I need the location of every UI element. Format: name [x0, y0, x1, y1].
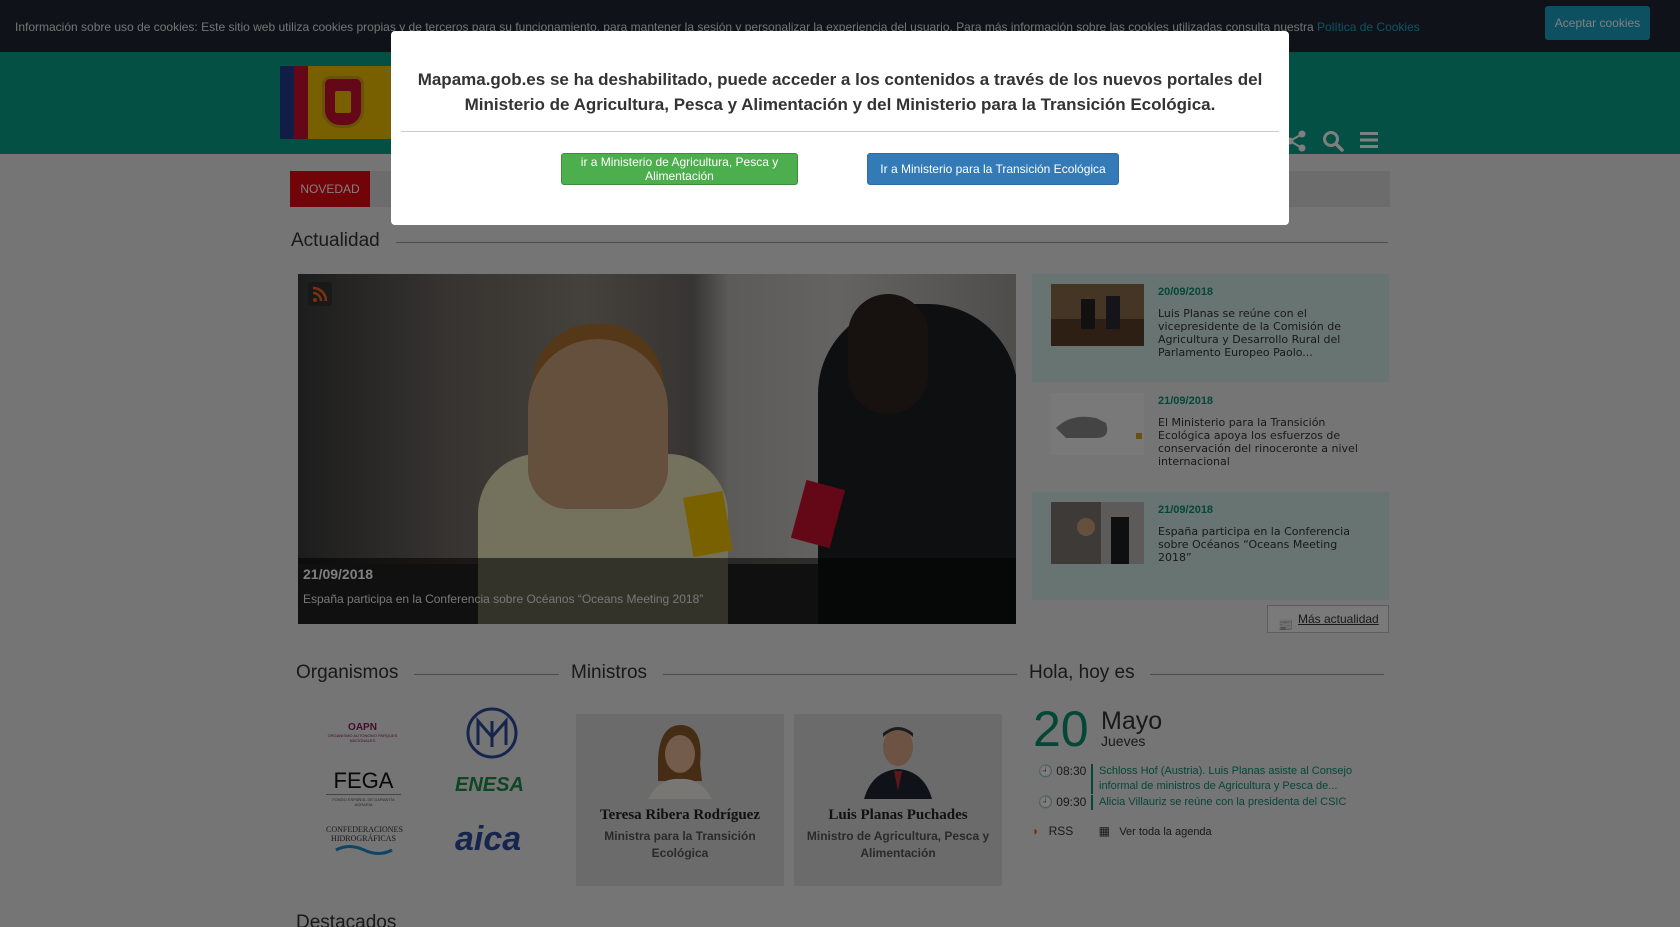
go-transicion-button[interactable]: Ir a Ministerio para la Transición Ecoló…	[867, 153, 1119, 185]
redirect-modal: Mapama.gob.es se ha deshabilitado, puede…	[391, 31, 1289, 225]
modal-divider	[401, 131, 1279, 132]
go-agricultura-button[interactable]: ir a Ministerio de Agricultura, Pesca y …	[561, 153, 798, 185]
modal-message: Mapama.gob.es se ha deshabilitado, puede…	[417, 70, 1263, 114]
